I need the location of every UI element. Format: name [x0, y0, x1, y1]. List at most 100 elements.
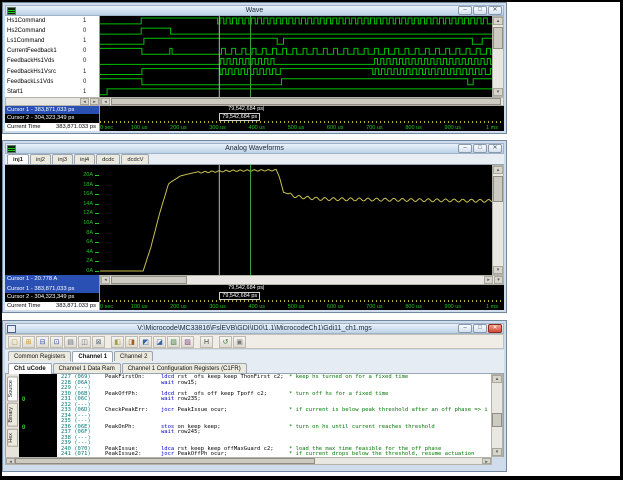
close-button[interactable]: ✕ [488, 6, 502, 15]
scroll-thumb[interactable] [15, 458, 315, 464]
current-time-row[interactable]: Current Time383,871.033 ps [5, 302, 99, 310]
analog-timeline[interactable]: 0 sec100 us200 us300 us400 us500 us600 u… [100, 285, 504, 310]
scroll-left-icon[interactable]: ◂ [101, 276, 110, 284]
tab-channel-1-configuration-registers-c1fr-[interactable]: Channel 1 Configuration Registers (C1FR) [122, 363, 247, 373]
scroll-thumb[interactable] [111, 276, 187, 284]
tab-inj1[interactable]: inj1 [7, 154, 29, 164]
wave-names-scrollbar[interactable]: ◂▸ [5, 97, 100, 106]
maximize-button[interactable]: □ [473, 324, 487, 333]
timeline-tick-label: 1 ms [486, 125, 498, 131]
tools-icon[interactable]: ▣ [233, 336, 246, 348]
scroll-right-icon[interactable]: ▸ [90, 98, 99, 105]
tab-ch1-ucode[interactable]: Ch1 uCode [8, 363, 52, 374]
copy-icon[interactable]: ◨ [125, 336, 138, 348]
tab-inj3[interactable]: inj3 [52, 154, 73, 164]
export-icon[interactable]: ◫ [78, 336, 91, 348]
scroll-left-icon[interactable]: ◂ [80, 98, 89, 105]
hex-view-icon[interactable]: H [200, 336, 213, 348]
timeline-ticks [100, 121, 504, 123]
tab-common-registers[interactable]: Common Registers [8, 351, 71, 361]
y-axis-tick [95, 223, 99, 224]
maximize-button[interactable]: □ [473, 6, 487, 15]
y-axis-label: 12A [83, 210, 93, 216]
timeline-tick-label: 500 us [288, 125, 305, 131]
scroll-thumb[interactable] [492, 413, 502, 427]
view-tab-hex[interactable]: Hex [7, 429, 18, 447]
signal-row[interactable]: FeedbackHs1Vds0 [5, 56, 99, 66]
tab-channel-2[interactable]: Channel 2 [114, 351, 153, 361]
import-icon[interactable]: ⊠ [92, 336, 105, 348]
tab-inj4[interactable]: inj4 [74, 154, 95, 164]
signal-row[interactable]: Hs1Command1 [5, 16, 99, 26]
wave-horizontal-scrollbar[interactable]: ◂ [100, 97, 504, 106]
microcode-listing[interactable]: 227 (069)PeakFirstOn:ldcd rst _ofs keep … [57, 374, 491, 457]
scroll-down-icon[interactable]: ▾ [494, 276, 503, 284]
save-file-icon[interactable]: ⊟ [36, 336, 49, 348]
program-icon[interactable]: ▧ [167, 336, 180, 348]
open-file-icon[interactable]: ⊞ [22, 336, 35, 348]
signal-row[interactable]: CurrentFeedback10 [5, 46, 99, 56]
scroll-right-icon[interactable]: ▸ [484, 276, 493, 284]
close-button[interactable]: ✕ [488, 144, 502, 153]
tab-inj2[interactable]: inj2 [30, 154, 51, 164]
print-icon[interactable]: ▤ [64, 336, 77, 348]
signal-row[interactable]: Start11 [5, 87, 99, 97]
current-time-row[interactable]: Current Time383,871.033 ps [5, 123, 99, 131]
analog-titlebar[interactable]: Analog Waveforms –□✕ [5, 143, 504, 154]
scroll-down-icon[interactable]: ▾ [492, 448, 502, 456]
y-axis-tick [95, 252, 99, 253]
signal-row[interactable]: Hs2Command0 [5, 26, 99, 36]
scroll-right-icon[interactable]: ▸ [482, 458, 491, 464]
minimize-button[interactable]: – [458, 144, 472, 153]
tab-dcdc[interactable]: dcdc [96, 154, 120, 164]
analog-vertical-scrollbar[interactable]: ▴▾ [492, 165, 504, 275]
signal-row[interactable]: FeedbackHs1Vsrc1 [5, 67, 99, 77]
editor-titlebar[interactable]: V:\Microcode\MC33816\FslEVB\GDI\ID0\1.1\… [5, 323, 504, 334]
compile-icon[interactable]: ◪ [153, 336, 166, 348]
wave-timeline[interactable]: 0 sec100 us200 us300 us400 us500 us600 u… [100, 106, 504, 131]
signal-value: 1 [83, 36, 86, 46]
analog-current-plot[interactable] [100, 165, 492, 275]
scroll-left-icon[interactable]: ◂ [101, 98, 110, 105]
cursor2-row[interactable]: Cursor 2 - 304,323,349 ps [5, 114, 99, 122]
view-tab-binary[interactable]: Binary [7, 403, 18, 427]
wave-titlebar[interactable]: Wave –□✕ [5, 5, 504, 16]
editor-vertical-scrollbar[interactable]: ▴▾ [491, 374, 503, 457]
cut-icon[interactable]: ◧ [111, 336, 124, 348]
scroll-up-icon[interactable]: ▴ [492, 375, 502, 383]
close-button[interactable]: ✕ [488, 324, 502, 333]
margin-mark[interactable]: 0 [22, 425, 25, 431]
analog-horizontal-scrollbar[interactable]: ◂ ▸▾ [100, 275, 504, 285]
signal-row[interactable]: FeedbackLs1Vds0 [5, 77, 99, 87]
wave-digital-plot[interactable] [100, 16, 492, 97]
save-all-icon[interactable]: ⊡ [50, 336, 63, 348]
minimize-button[interactable]: – [458, 6, 472, 15]
scroll-left-icon[interactable]: ◂ [6, 458, 15, 464]
cursor2-row[interactable]: Cursor 2 - 304,323,349 ps [5, 293, 99, 301]
editor-horizontal-scrollbar[interactable]: ◂▸ [5, 457, 492, 465]
minimize-button[interactable]: – [458, 324, 472, 333]
undo-icon[interactable]: ↺ [219, 336, 232, 348]
scroll-thumb[interactable] [111, 98, 501, 105]
tab-dcdcV[interactable]: dcdcV [121, 154, 149, 164]
scroll-down-icon[interactable]: ▾ [493, 266, 503, 274]
tab-channel-1-data-ram[interactable]: Channel 1 Data Ram [53, 363, 121, 373]
signal-row[interactable]: Ls1Command1 [5, 36, 99, 46]
cursor1-row[interactable]: Cursor 1 - 383,871,033 ps [5, 106, 99, 114]
scroll-up-icon[interactable]: ▴ [493, 17, 503, 25]
maximize-button[interactable]: □ [473, 144, 487, 153]
wave-vertical-scrollbar[interactable]: ▴▾ [492, 16, 504, 97]
verify-icon[interactable]: ▨ [181, 336, 194, 348]
view-tab-source[interactable]: Source [7, 376, 18, 401]
paste-icon[interactable]: ◩ [139, 336, 152, 348]
code-opcode: jocr [161, 407, 174, 413]
scroll-up-icon[interactable]: ▴ [493, 166, 503, 174]
scroll-thumb[interactable] [493, 27, 503, 49]
margin-mark[interactable]: 0 [22, 397, 25, 403]
tab-channel-1[interactable]: Channel 1 [72, 351, 113, 362]
scroll-thumb[interactable] [493, 176, 503, 202]
cursor1-row[interactable]: Cursor 1 - 383,871,033 ps [5, 285, 99, 293]
new-file-icon[interactable]: ▢ [8, 336, 21, 348]
analog-cursor-value[interactable]: Cursor 1 - 20.778 A [5, 275, 100, 285]
scroll-down-icon[interactable]: ▾ [493, 88, 503, 96]
